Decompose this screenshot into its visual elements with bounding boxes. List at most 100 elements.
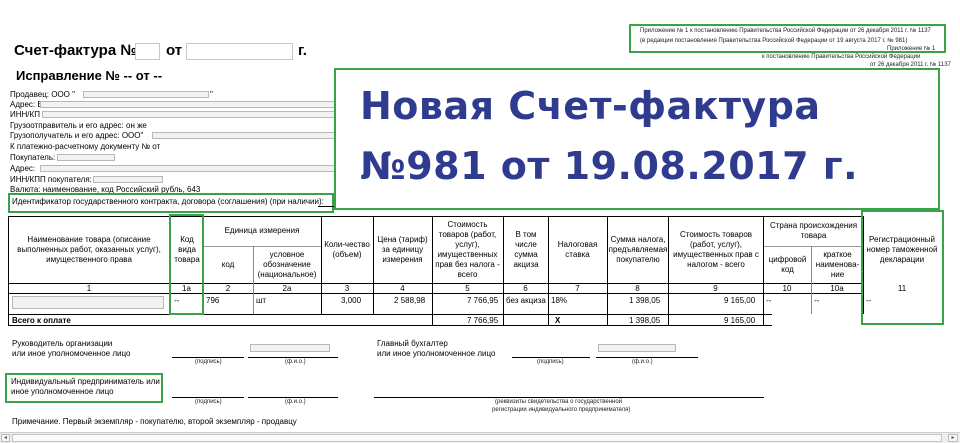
col-line-3 [253,246,254,314]
num-col-10a: 10а [830,283,844,293]
customs-highlight [861,210,944,325]
invoice-year-suffix: г. [298,42,307,59]
header-unit-symbol: условное обозначение (национальное) [257,250,317,279]
col-line-9 [607,216,608,325]
row-excise: без акциза [506,296,546,305]
header-tax-rate: Налоговая ставка [557,240,598,259]
unit-subheader-line [203,246,321,247]
header-country-name: краткое наименова-ние [815,250,860,279]
seller-label: Продавец: ООО " [10,90,75,99]
address-label: Адрес: Е [10,100,43,109]
header-unit-code: код [221,260,235,269]
accountant-sign-caption: (подпись) [537,359,564,365]
head-sign-line [172,357,244,358]
total-cost-with-tax: 9 165,00 [724,316,756,325]
entrepreneur-label-2: иное уполномоченное лицо [11,387,114,396]
entrepreneur-cert-line [374,397,764,398]
num-col-8: 8 [635,283,640,293]
buyer-inn-redacted [93,176,163,183]
num-col-2a: 2а [282,283,292,293]
accountant-sign-line [512,357,590,358]
row-unit-symbol: шт [256,296,267,305]
shipper-label: Грузоотправитель и его адрес: он же [10,121,147,130]
accountant-label-2: или иное уполномоченное лицо [377,349,496,358]
buyer-address-redacted [40,165,335,172]
scroll-thumb[interactable] [12,434,942,442]
inn-redacted [42,111,335,118]
total-excise: X [555,316,561,325]
appendix-no: Приложение № 1 [887,46,936,52]
banner-line1: Новая Счет-фактура [360,84,821,128]
row-cost-no-tax: 7 766,95 [467,296,499,305]
scroll-left-icon[interactable]: ◂ [1,434,10,442]
col-line-10 [668,216,669,325]
new-invoice-banner: Новая Счет-фактура №981 от 19.08.2017 г. [334,68,940,210]
row-country-name: -- [814,296,820,305]
entrepreneur-sign-caption: (подпись) [195,399,222,405]
head-name-redacted [250,344,330,352]
head-label: Руководитель организации [12,339,113,348]
row-unit-code: 796 [206,296,220,305]
row-bottom-line [8,314,772,315]
buyer-inn-label: ИНН/КПП покупателя: [10,175,92,184]
cert-caption-1: (реквизиты свидетельства о государственн… [495,399,623,405]
invoice-number-field[interactable] [135,43,160,60]
row-tax-rate: 18% [551,296,568,305]
entrepreneur-name-line [248,397,338,398]
header-cost-no-tax: Стоимость товаров (работ, услуг), имущес… [435,220,500,279]
total-tax-sum: 1 398,05 [629,316,661,325]
contract-id-label: Идентификатор государственного контракта… [12,197,324,206]
header-price: Цена (тариф) за единицу измерения [377,235,428,264]
row-cost-with-tax: 9 165,00 [724,296,756,305]
invoice-date-field[interactable] [186,43,293,60]
consignee-label: Грузополучатель и его адрес: ООО" [10,131,144,140]
header-cost-with-tax: Стоимость товаров (работ, услуг), имущес… [673,230,759,269]
appendix-decree: к постановлению Правительства Российской… [762,54,921,60]
num-col-6: 6 [523,283,528,293]
header-tax-sum: Сумма налога, предъявляемая покупателю [608,235,668,264]
scroll-right-icon[interactable]: ▸ [948,434,958,442]
country-subheader-line [763,246,863,247]
correction-title: Исправление № -- от -- [16,68,163,83]
col-line-4 [321,216,322,314]
horizontal-scrollbar[interactable]: ◂ ▸ [0,432,960,443]
accountant-label: Главный бухгалтер [377,339,448,348]
seller-end: " [210,90,213,99]
entrepreneur-label: Индивидуальный предприниматель или [11,377,160,386]
payment-doc-label: К платежно-расчетному документу № от [10,142,161,151]
col-line-0 [8,216,9,325]
appendix-line2: (в редакции постановления Правительства … [640,38,908,44]
accountant-name-line [596,357,698,358]
header-name: Наименование товара (описание выполненны… [17,235,161,264]
invoice-prefix: Счет-фактура № [14,42,138,59]
footnote: Примечание. Первый экземпляр - покупател… [12,417,297,426]
num-col-10: 10 [782,283,792,293]
buyer-label: Покупатель: [10,153,56,162]
total-cost-no-tax: 7 766,95 [467,316,499,325]
num-col-4: 4 [400,283,405,293]
head-name-line [248,357,338,358]
num-col-1: 1 [86,283,92,293]
appendix-line1: Приложение № 1 к постановлению Правитель… [640,28,931,34]
cert-caption-2: регистрации индивидуального предпринимат… [492,407,631,413]
head-sign-caption: (подпись) [195,359,222,365]
numbers-bottom-line [8,293,864,294]
header-qty: Коли-чество (объем) [324,240,370,259]
row-name-redacted [12,296,164,309]
num-col-2: 2 [225,283,231,293]
total-bottom-line [8,325,772,326]
accountant-name-redacted [598,344,676,352]
row-price: 2 588,98 [394,296,426,305]
num-col-7: 7 [575,283,580,293]
head-label-2: или иное уполномоченное лицо [12,349,131,358]
invoice-title: Счет-фактура № [14,42,137,59]
kind-code-highlight [169,214,204,315]
col-line-7 [503,216,504,325]
table-top-border [8,216,864,217]
seller-name-redacted [83,91,209,98]
inn-label: ИНН/КП [10,110,40,119]
invoice-from: от [166,42,183,59]
header-country-code: цифровой код [768,255,807,274]
row-tax-sum: 1 398,05 [629,296,661,305]
buyer-redacted [57,154,115,161]
